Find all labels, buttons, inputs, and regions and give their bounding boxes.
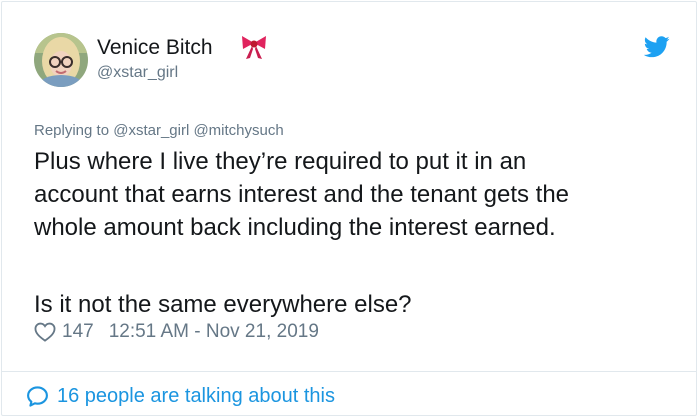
tweet-meta: 147 12:51 AM - Nov 21, 2019 <box>34 320 319 344</box>
tweet-text-line: Plus where I live they’re required to pu… <box>34 148 527 175</box>
reply-context[interactable]: Replying to @xstar_girl @mitchysuch <box>34 122 284 140</box>
twitter-bird-icon[interactable] <box>644 36 670 58</box>
tweet-text-line: whole amount back including the interest… <box>34 214 556 241</box>
divider <box>2 371 696 372</box>
tweet-timestamp[interactable]: 12:51 AM - Nov 21, 2019 <box>109 321 319 343</box>
heart-icon[interactable] <box>34 322 56 342</box>
speech-bubble-icon <box>27 385 48 407</box>
like-count[interactable]: 147 <box>62 321 94 343</box>
tweet-text-question: Is it not the same everywhere else? <box>34 291 412 318</box>
conversation-label[interactable]: 16 people are talking about this <box>57 385 335 408</box>
conversation-link[interactable]: 16 people are talking about this <box>26 383 335 409</box>
bow-emoji-icon <box>242 36 266 59</box>
avatar-image <box>34 33 88 87</box>
display-name[interactable]: Venice Bitch <box>97 36 213 60</box>
tweet-text: Plus where I live they’re required to pu… <box>34 145 674 321</box>
tweet-text-line: account that earns interest and the tena… <box>34 181 570 208</box>
user-handle[interactable]: @xstar_girl <box>97 63 178 83</box>
avatar[interactable] <box>34 33 88 87</box>
tweet-card: Venice Bitch @xstar_girl Replying to @xs… <box>1 1 697 416</box>
